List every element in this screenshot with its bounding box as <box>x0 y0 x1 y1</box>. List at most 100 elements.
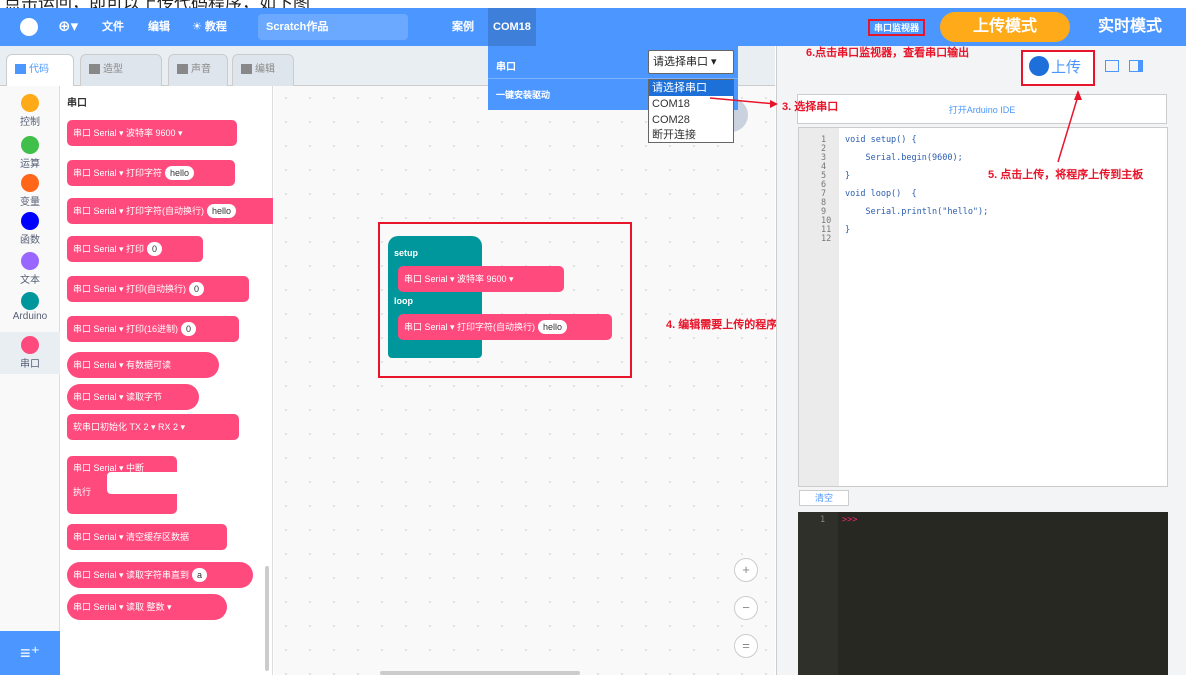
realtime-mode-button[interactable]: 实时模式 <box>1098 8 1162 46</box>
tab-code-label: 代码 <box>29 64 49 75</box>
category-arduino[interactable]: Arduino <box>0 292 60 322</box>
port-option[interactable]: COM18 <box>649 96 733 112</box>
block-slot <box>107 472 187 494</box>
code-line: } <box>845 225 851 235</box>
tab-edit[interactable]: 编辑 <box>232 54 294 86</box>
port-select[interactable]: 请选择串口 ▾ <box>648 50 734 74</box>
block-baud-rate[interactable]: 串口 Serial ▾ 波特率 9600 ▾ <box>67 120 237 146</box>
menu-edit[interactable]: 编辑 <box>148 8 170 46</box>
block-input[interactable]: 0 <box>189 282 205 296</box>
sun-icon: ☀ <box>192 21 205 33</box>
port-menu[interactable]: COM18 <box>488 8 536 46</box>
block-text: 串口 Serial ▾ 打印字符(自动换行) <box>404 322 536 332</box>
category-dot-icon <box>21 252 39 270</box>
palette-header: 串口 <box>67 98 87 109</box>
block-data-available[interactable]: 串口 Serial ▾ 有数据可读 <box>67 352 219 378</box>
script-println-block[interactable]: 串口 Serial ▾ 打印字符(自动换行) hello <box>398 314 612 340</box>
category-text[interactable]: 文本 <box>0 252 60 286</box>
category-control[interactable]: 控制 <box>0 94 60 128</box>
block-read-int[interactable]: 串口 Serial ▾ 读取 整数 ▾ <box>67 594 227 620</box>
zoom-in-button[interactable]: + <box>734 558 758 582</box>
tab-costumes[interactable]: 造型 <box>80 54 162 86</box>
port-options-list: 请选择串口 COM18 COM28 断开连接 <box>648 79 734 143</box>
code-icon <box>15 64 26 74</box>
category-label: 函数 <box>20 235 40 246</box>
block-input[interactable]: hello <box>207 204 237 218</box>
upload-button[interactable]: 上传 <box>1021 50 1095 86</box>
port-option[interactable]: 断开连接 <box>649 128 733 142</box>
layout-large-icon[interactable] <box>1129 60 1143 72</box>
upload-mode-button[interactable]: 上传模式 <box>940 12 1070 42</box>
workspace-scrollbar[interactable] <box>380 671 580 675</box>
block-text: 软串口初始化 TX 2 ▾ RX 2 ▾ <box>73 422 186 432</box>
category-operators[interactable]: 运算 <box>0 136 60 170</box>
tab-sounds[interactable]: 声音 <box>168 54 228 86</box>
tab-sounds-label: 声音 <box>191 64 211 75</box>
project-title-input[interactable]: Scratch作品 <box>258 14 408 40</box>
menu-file[interactable]: 文件 <box>102 8 124 46</box>
block-print[interactable]: 串口 Serial ▾ 打印 0 <box>67 236 203 262</box>
category-sidebar: 控制 运算 变量 函数 文本 Arduino 串口 ≡⁺ <box>0 86 60 675</box>
block-text: 串口 Serial ▾ 打印字符(自动换行) <box>73 206 205 216</box>
language-globe-icon[interactable]: ⊕▾ <box>58 8 78 46</box>
console-gutter <box>798 512 838 675</box>
port-option[interactable]: 请选择串口 <box>649 80 733 96</box>
block-print-string[interactable]: 串口 Serial ▾ 打印字符 hello <box>67 160 235 186</box>
category-dot-icon <box>21 336 39 354</box>
port-select-value: 请选择串口 <box>653 56 708 68</box>
block-text: 串口 Serial ▾ 读取 整数 ▾ <box>73 602 172 612</box>
category-label: Arduino <box>12 311 48 322</box>
tab-code[interactable]: 代码 <box>6 54 74 86</box>
block-text: 串口 Serial ▾ 读取字节 <box>73 392 163 402</box>
block-input[interactable]: 0 <box>181 322 197 336</box>
annotation-step6: 6.点击串口监视器，查看串口输出 <box>806 47 970 59</box>
category-variables[interactable]: 变量 <box>0 174 60 208</box>
port-option[interactable]: COM28 <box>649 112 733 128</box>
menu-tutorial[interactable]: ☀ 教程 <box>192 8 227 46</box>
category-serial[interactable]: 串口 <box>0 332 60 374</box>
block-print-newline[interactable]: 串口 Serial ▾ 打印(自动换行) 0 <box>67 276 249 302</box>
block-input[interactable]: hello <box>165 166 195 180</box>
block-read-until[interactable]: 串口 Serial ▾ 读取字符串直到 a <box>67 562 253 588</box>
category-dot-icon <box>21 174 39 192</box>
block-palette: 串口 串口 Serial ▾ 波特率 9600 ▾ 串口 Serial ▾ 打印… <box>61 86 273 675</box>
zoom-out-button[interactable]: − <box>734 596 758 620</box>
block-clear-buffer[interactable]: 串口 Serial ▾ 清空缓存区数据 <box>67 524 227 550</box>
palette-scrollbar[interactable] <box>265 566 269 671</box>
console-prompt: >>> <box>842 515 858 525</box>
category-functions[interactable]: 函数 <box>0 212 60 246</box>
category-label: 变量 <box>20 197 40 208</box>
block-read-byte[interactable]: 串口 Serial ▾ 读取字节 <box>67 384 199 410</box>
block-text: 串口 Serial ▾ 打印字符 <box>73 168 163 178</box>
block-text: 串口 Serial ▾ 有数据可读 <box>73 360 172 370</box>
block-print-hex[interactable]: 串口 Serial ▾ 打印(16进制) 0 <box>67 316 239 342</box>
layout-small-icon[interactable] <box>1105 60 1119 72</box>
block-print-string-newline[interactable]: 串口 Serial ▾ 打印字符(自动换行) hello <box>67 198 273 224</box>
zoom-out-icon: − <box>742 600 750 615</box>
dropdown-serial-label: 串口 <box>496 62 516 73</box>
serial-monitor-button[interactable]: 串口监视器 <box>868 19 926 36</box>
annotation-step5: 5. 点击上传，将程序上传到主板 <box>988 169 1144 181</box>
code-line: void setup() { <box>845 135 917 145</box>
block-input[interactable]: 0 <box>147 242 163 256</box>
code-line: Serial.begin(9600); <box>845 153 963 163</box>
zoom-in-icon: + <box>742 562 750 577</box>
code-workspace[interactable]: setup loop 串口 Serial ▾ 波特率 9600 ▾ 串口 Ser… <box>274 86 777 675</box>
code-line: } <box>845 171 851 181</box>
extensions-button[interactable]: ≡⁺ <box>0 631 60 675</box>
block-softserial-init[interactable]: 软串口初始化 TX 2 ▾ RX 2 ▾ <box>67 414 239 440</box>
menu-examples[interactable]: 案例 <box>452 8 474 46</box>
block-text: 串口 Serial ▾ 打印 <box>73 244 145 254</box>
serial-console[interactable]: 1 >>> <box>798 512 1168 675</box>
script-baud-rate-block[interactable]: 串口 Serial ▾ 波特率 9600 ▾ <box>398 266 564 292</box>
category-label: 文本 <box>20 275 40 286</box>
zoom-reset-button[interactable]: = <box>734 634 758 658</box>
tutorial-caption: 点击运回，即可以上传代码程序，如下图 <box>0 0 1186 8</box>
open-arduino-ide-button[interactable]: 打开Arduino IDE <box>797 94 1167 124</box>
block-input[interactable]: a <box>192 568 208 582</box>
install-driver-item[interactable]: 一键安装驱动 <box>496 88 550 101</box>
block-input[interactable]: hello <box>538 320 568 334</box>
clear-console-button[interactable]: 清空 <box>799 490 849 506</box>
category-dot-icon <box>21 94 39 112</box>
menu-bar: ⊕▾ 文件 编辑 ☀ 教程 Scratch作品 案例 COM18 串口监视器 上… <box>0 8 1186 46</box>
